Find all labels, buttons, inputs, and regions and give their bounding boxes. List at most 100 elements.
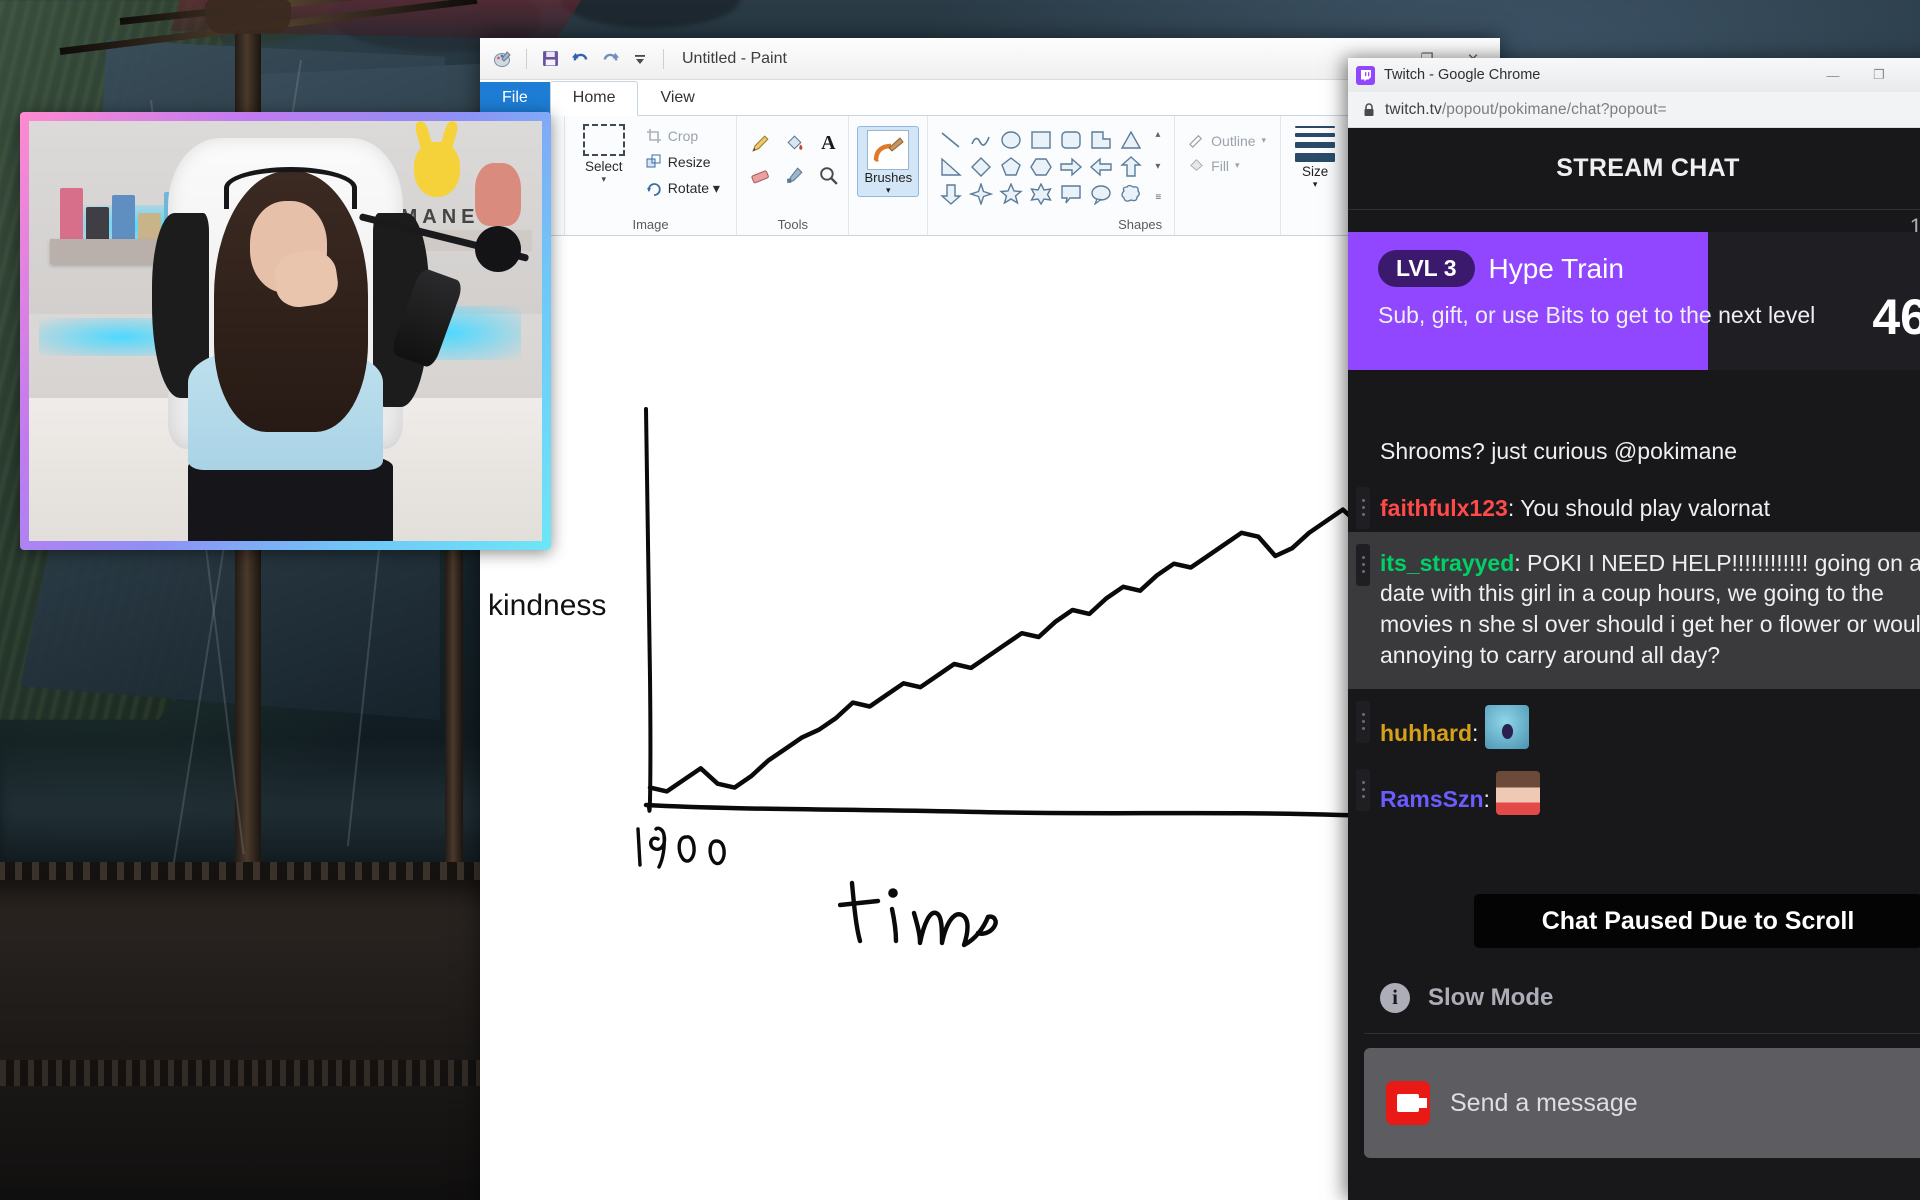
chat-colon: : bbox=[1472, 719, 1485, 746]
close-button[interactable]: ✕ bbox=[1902, 58, 1920, 92]
chevron-down-icon[interactable]: ▾ bbox=[1235, 160, 1240, 171]
shape-right-arrow[interactable] bbox=[1056, 153, 1086, 180]
fill-with-color-icon[interactable] bbox=[779, 128, 809, 158]
tab-file[interactable]: File bbox=[480, 82, 550, 115]
monkas-emote bbox=[1484, 704, 1529, 749]
chat-username[interactable]: its_strayyed bbox=[1380, 550, 1514, 576]
shape-pentagon[interactable] bbox=[996, 153, 1026, 180]
fill-button[interactable]: Fill ▾ bbox=[1183, 153, 1272, 178]
shapes-scroll-buttons[interactable]: ▴ ▾ ≡ bbox=[1150, 126, 1166, 207]
shape-rectangle[interactable] bbox=[1026, 126, 1056, 153]
shape-four-point-star[interactable] bbox=[966, 180, 996, 207]
shape-right-triangle[interactable] bbox=[936, 153, 966, 180]
address-bar[interactable]: twitch.tv/popout/pokimane/chat?popout= bbox=[1348, 92, 1920, 128]
paint-titlebar[interactable]: Untitled - Paint — ❐ ✕ bbox=[480, 38, 1500, 80]
send-message-placeholder: Send a message bbox=[1450, 1088, 1638, 1117]
paint-window[interactable]: Untitled - Paint — ❐ ✕ File Home View Cu… bbox=[480, 38, 1522, 1200]
size-button[interactable] bbox=[1289, 122, 1341, 162]
chat-username[interactable]: faithfulx123 bbox=[1380, 495, 1508, 521]
minimize-button[interactable]: — bbox=[1810, 58, 1856, 92]
size-option-3[interactable] bbox=[1295, 142, 1336, 148]
girl-emote bbox=[1496, 770, 1541, 815]
size-option-1[interactable] bbox=[1295, 126, 1336, 128]
drag-handle-icon[interactable] bbox=[1356, 543, 1370, 586]
webcam-video: POKIMANE bbox=[29, 121, 542, 541]
drag-handle-icon[interactable] bbox=[1356, 700, 1370, 743]
shape-line[interactable] bbox=[936, 126, 966, 153]
eraser-icon[interactable] bbox=[745, 160, 775, 190]
pikachu-figure bbox=[413, 142, 460, 197]
ribbon-group-size: Size ▾ bbox=[1281, 116, 1350, 235]
customize-qat-icon[interactable] bbox=[629, 48, 651, 70]
chat-username[interactable]: RamsSzn bbox=[1380, 786, 1484, 812]
tab-view[interactable]: View bbox=[638, 82, 716, 115]
shape-polygon[interactable] bbox=[1086, 126, 1116, 153]
shapes-more-icon[interactable]: ≡ bbox=[1153, 191, 1163, 205]
shape-oval-callout[interactable] bbox=[1086, 180, 1116, 207]
shape-down-arrow[interactable] bbox=[936, 180, 966, 207]
shape-oval[interactable] bbox=[996, 126, 1026, 153]
shape-diamond[interactable] bbox=[966, 153, 996, 180]
resize-button[interactable]: Resize bbox=[641, 150, 725, 174]
shape-triangle[interactable] bbox=[1116, 126, 1146, 153]
ribbon-group-tools: A Tools bbox=[737, 116, 850, 235]
chat-message[interactable]: RamsSzn: bbox=[1348, 757, 1920, 823]
hand-drawn-kindness-chart bbox=[643, 407, 1498, 819]
size-option-2[interactable] bbox=[1295, 133, 1336, 137]
undo-icon[interactable] bbox=[569, 48, 591, 70]
drag-handle-icon[interactable] bbox=[1356, 486, 1370, 529]
chat-username[interactable]: huhhard bbox=[1380, 720, 1472, 746]
paint-canvas[interactable]: kindness bbox=[480, 237, 1500, 1200]
chat-message[interactable]: Shrooms? just curious @pokimane bbox=[1348, 436, 1920, 475]
shape-rounded-callout[interactable] bbox=[1056, 180, 1086, 207]
select-label: Select bbox=[585, 159, 623, 174]
shapes-gallery[interactable] bbox=[936, 126, 1146, 207]
chat-message[interactable]: huhhard: bbox=[1348, 689, 1920, 757]
chat-message-highlighted[interactable]: its_strayyed: POKI I NEED HELP!!!!!!!!!!… bbox=[1348, 531, 1920, 689]
x-axis-start-tick bbox=[636, 826, 726, 869]
maximize-button[interactable]: ❐ bbox=[1856, 58, 1902, 92]
chrome-titlebar[interactable]: Twitch - Google Chrome — ❐ ✕ bbox=[1348, 58, 1920, 92]
text-icon[interactable]: A bbox=[813, 128, 843, 158]
chrome-window[interactable]: Twitch - Google Chrome — ❐ ✕ twitch.tv/p… bbox=[1348, 58, 1920, 1200]
shape-rounded-rectangle[interactable] bbox=[1056, 126, 1086, 153]
hype-train-banner[interactable]: 1 LVL 3 Hype Train Sub, gift, or use Bit… bbox=[1348, 210, 1920, 370]
brushes-button[interactable]: Brushes ▾ bbox=[857, 126, 920, 197]
group-label-tools: Tools bbox=[777, 217, 808, 232]
chevron-down-icon[interactable]: ▾ bbox=[602, 174, 607, 185]
scroll-up-icon[interactable]: ▴ bbox=[1153, 128, 1163, 142]
shape-left-arrow[interactable] bbox=[1086, 153, 1116, 180]
outline-button[interactable]: Outline ▾ bbox=[1183, 122, 1272, 153]
chat-message[interactable]: faithfulx123: You should play valornat bbox=[1348, 475, 1920, 532]
shape-five-point-star[interactable] bbox=[996, 180, 1026, 207]
drag-handle-icon[interactable] bbox=[1356, 768, 1370, 811]
send-message-input[interactable]: Send a message bbox=[1364, 1048, 1920, 1158]
paint-app-icon[interactable] bbox=[492, 48, 514, 70]
chat-message-list[interactable]: Shrooms? just curious @pokimane faithful… bbox=[1348, 438, 1920, 962]
magnifier-icon[interactable] bbox=[813, 160, 843, 190]
selection-rect-icon bbox=[582, 124, 625, 156]
save-icon[interactable] bbox=[539, 48, 561, 70]
redo-icon[interactable] bbox=[599, 48, 621, 70]
chevron-down-icon[interactable]: ▾ bbox=[886, 185, 891, 196]
url-path: /popout/pokimane/chat?popout= bbox=[1441, 100, 1667, 118]
shape-curve[interactable] bbox=[966, 126, 996, 153]
chat-paused-banner[interactable]: Chat Paused Due to Scroll bbox=[1474, 894, 1920, 948]
chevron-down-icon[interactable]: ▾ bbox=[1262, 135, 1267, 146]
shape-hexagon[interactable] bbox=[1026, 153, 1056, 180]
size-option-4[interactable] bbox=[1295, 153, 1336, 162]
select-button[interactable]: Select ▾ bbox=[573, 122, 635, 185]
camera-icon[interactable] bbox=[1386, 1081, 1430, 1125]
shape-six-point-star[interactable] bbox=[1026, 180, 1056, 207]
shape-cloud-callout[interactable] bbox=[1116, 180, 1146, 207]
color-picker-icon[interactable] bbox=[779, 160, 809, 190]
crop-button[interactable]: Crop bbox=[641, 124, 725, 148]
shape-up-arrow[interactable] bbox=[1116, 153, 1146, 180]
chevron-down-icon[interactable]: ▾ bbox=[1289, 179, 1341, 190]
url-text[interactable]: twitch.tv/popout/pokimane/chat?popout= bbox=[1385, 101, 1667, 119]
tab-home[interactable]: Home bbox=[549, 81, 639, 116]
scroll-down-icon[interactable]: ▾ bbox=[1153, 160, 1163, 174]
rotate-button[interactable]: Rotate ▾ bbox=[641, 176, 725, 201]
slow-mode-label: Slow Mode bbox=[1428, 983, 1554, 1011]
pencil-icon[interactable] bbox=[745, 128, 775, 158]
